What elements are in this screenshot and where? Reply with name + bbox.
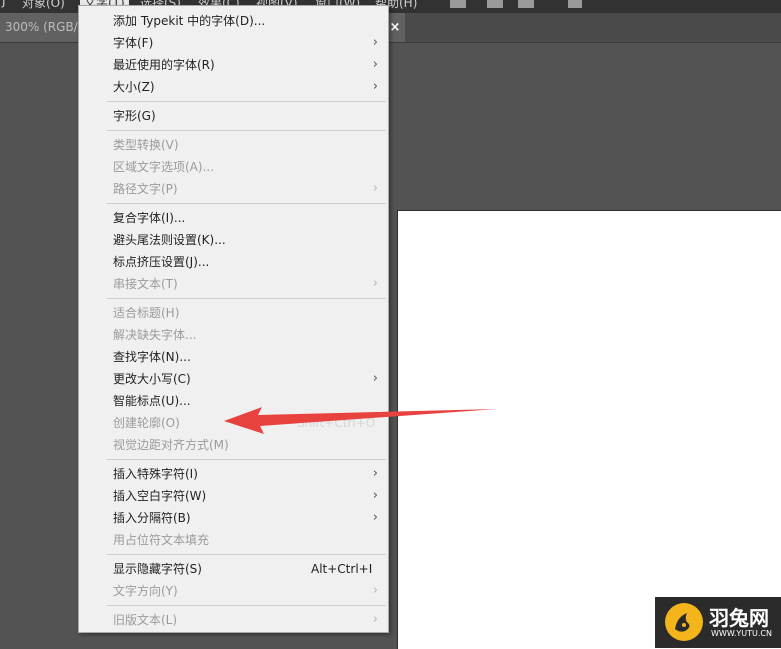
- arrow-shape: [224, 407, 497, 434]
- watermark-logo: 羽兔网 WWW.YUTU.CN: [655, 597, 781, 648]
- rabbit-glyph-icon: [675, 613, 690, 632]
- annotation-arrow: [224, 407, 497, 434]
- rabbit-logo-icon: [665, 603, 703, 641]
- watermark-url: WWW.YUTU.CN: [711, 629, 772, 638]
- watermark-title: 羽兔网: [709, 606, 769, 630]
